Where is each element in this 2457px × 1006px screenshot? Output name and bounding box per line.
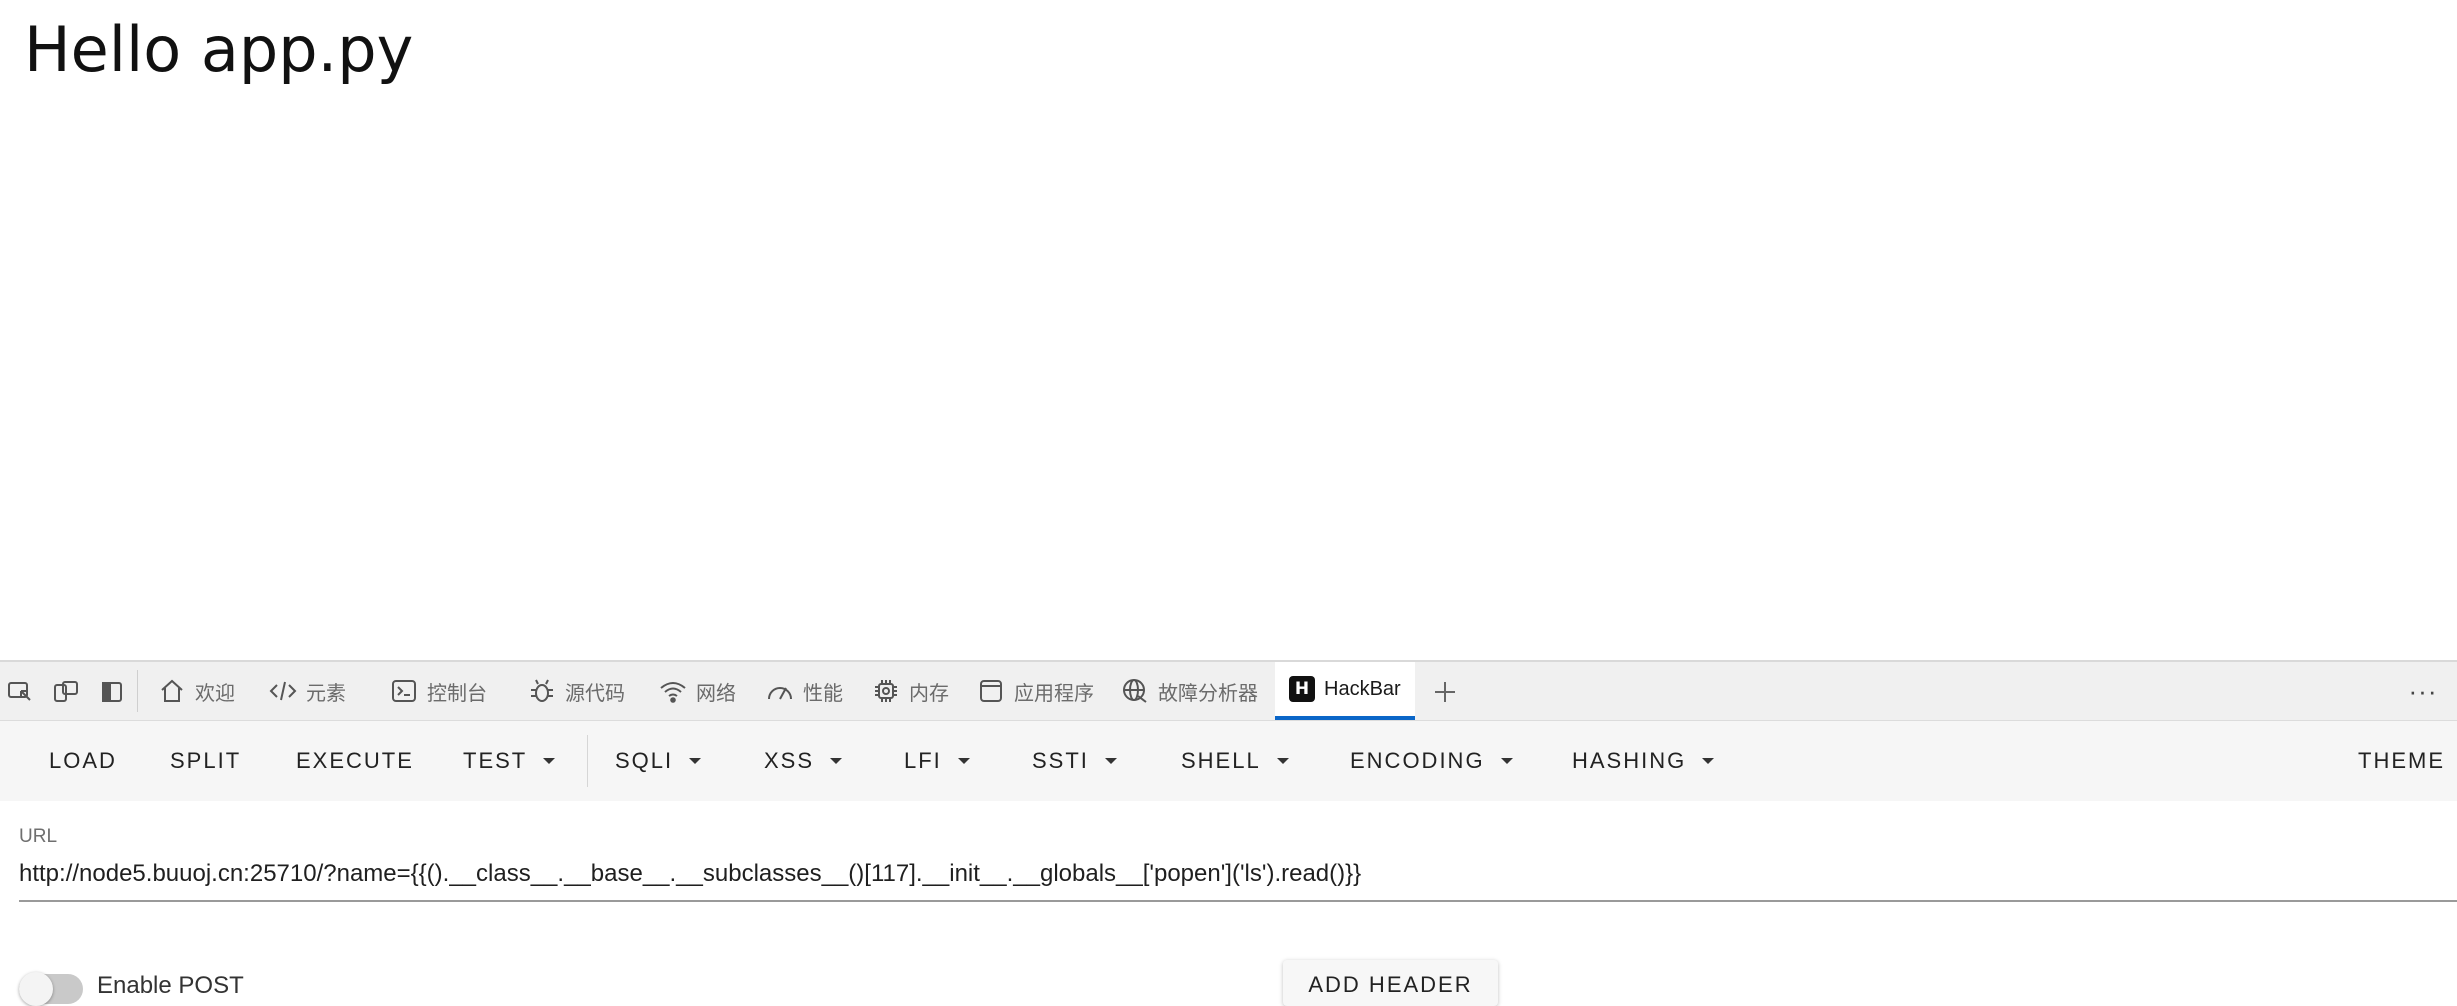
- code-icon: [269, 677, 297, 705]
- tab-performance[interactable]: 性能: [766, 662, 843, 720]
- tab-label: 欢迎: [195, 682, 235, 705]
- tab-network[interactable]: 网络: [659, 662, 736, 720]
- sqli-dropdown[interactable]: SQLI: [615, 740, 702, 782]
- devtools-tab-bar: 欢迎 元素 控制台 源代码 网络 性能 内存 应用程序 故障分析器 H Hack…: [0, 662, 2457, 721]
- tab-label: 控制台: [427, 682, 487, 705]
- tab-label: 性能: [803, 682, 843, 705]
- tab-hackbar[interactable]: H HackBar: [1275, 662, 1415, 720]
- execute-button[interactable]: EXECUTE: [296, 740, 414, 782]
- gauge-icon: [766, 677, 794, 705]
- url-input[interactable]: http://node5.buuoj.cn:25710/?name={{()._…: [19, 856, 2457, 892]
- chevron-down-icon: [957, 758, 970, 764]
- load-label: LOAD: [49, 748, 117, 773]
- url-label: URL: [19, 826, 58, 847]
- tab-label: 故障分析器: [1158, 682, 1258, 705]
- tab-elements[interactable]: 元素: [269, 662, 346, 720]
- enable-post-toggle[interactable]: [19, 972, 83, 1006]
- shell-label: SHELL: [1181, 748, 1261, 773]
- xss-dropdown[interactable]: XSS: [764, 740, 843, 782]
- ssti-dropdown[interactable]: SSTI: [1032, 740, 1117, 782]
- toolbar-divider: [587, 735, 588, 787]
- dock-side-icon[interactable]: [98, 679, 126, 705]
- tab-label: 应用程序: [1014, 682, 1094, 705]
- tab-application[interactable]: 应用程序: [977, 662, 1094, 720]
- console-icon: [390, 677, 418, 705]
- toolbar-divider: [137, 670, 138, 712]
- page-heading: Hello app.py: [24, 13, 414, 86]
- tab-label: 网络: [696, 682, 736, 705]
- load-button[interactable]: LOAD: [49, 740, 117, 782]
- test-dropdown[interactable]: TEST: [463, 740, 556, 782]
- ssti-label: SSTI: [1032, 748, 1089, 773]
- chevron-down-icon: [1702, 758, 1715, 764]
- chevron-down-icon: [1500, 758, 1513, 764]
- test-label: TEST: [463, 748, 528, 773]
- device-emulation-icon[interactable]: [52, 679, 80, 705]
- tab-memory[interactable]: 内存: [872, 662, 949, 720]
- encoding-dropdown[interactable]: ENCODING: [1350, 740, 1513, 782]
- tab-label: 元素: [306, 682, 346, 705]
- tab-issues[interactable]: 故障分析器: [1121, 662, 1258, 720]
- tab-welcome[interactable]: 欢迎: [158, 662, 235, 720]
- toggle-knob: [19, 972, 53, 1006]
- chevron-down-icon: [830, 758, 843, 764]
- tab-label: HackBar: [1324, 677, 1401, 700]
- chip-icon: [872, 677, 900, 705]
- bug-icon: [528, 677, 556, 705]
- hackbar-logo-icon: H: [1289, 676, 1315, 702]
- chevron-down-icon: [543, 758, 556, 764]
- sqli-label: SQLI: [615, 748, 674, 773]
- tab-sources[interactable]: 源代码: [528, 662, 625, 720]
- hashing-label: HASHING: [1572, 748, 1687, 773]
- add-header-label: ADD HEADER: [1308, 972, 1473, 997]
- execute-label: EXECUTE: [296, 748, 414, 773]
- inspect-element-icon[interactable]: [6, 679, 34, 705]
- chevron-down-icon: [1104, 758, 1117, 764]
- theme-label: THEME: [2358, 748, 2445, 773]
- shell-dropdown[interactable]: SHELL: [1181, 740, 1289, 782]
- xss-label: XSS: [764, 748, 815, 773]
- globe-icon: [1121, 677, 1149, 705]
- tab-label: 内存: [909, 682, 949, 705]
- url-underline: [19, 900, 2457, 902]
- split-button[interactable]: SPLIT: [170, 740, 241, 782]
- tab-label: 源代码: [565, 682, 625, 705]
- lfi-label: LFI: [904, 748, 942, 773]
- add-tab-icon[interactable]: [1429, 676, 1461, 708]
- url-section: URL http://node5.buuoj.cn:25710/?name={{…: [0, 802, 2457, 1006]
- theme-button[interactable]: THEME: [2358, 740, 2445, 782]
- window-icon: [977, 677, 1005, 705]
- hackbar-toolbar: LOAD SPLIT EXECUTE TEST SQLI XSS LFI SST…: [0, 721, 2457, 801]
- wifi-icon: [659, 677, 687, 705]
- tab-console[interactable]: 控制台: [390, 662, 487, 720]
- split-label: SPLIT: [170, 748, 242, 773]
- lfi-dropdown[interactable]: LFI: [904, 740, 970, 782]
- add-header-button[interactable]: ADD HEADER: [1283, 960, 1498, 1006]
- more-options-icon[interactable]: ···: [2405, 676, 2441, 706]
- chevron-down-icon: [1276, 758, 1289, 764]
- hashing-dropdown[interactable]: HASHING: [1572, 740, 1715, 782]
- encoding-label: ENCODING: [1350, 748, 1485, 773]
- chevron-down-icon: [689, 758, 702, 764]
- enable-post-label: Enable POST: [97, 972, 244, 999]
- more-options-glyph: ···: [2408, 676, 2438, 706]
- devtools-panel: 欢迎 元素 控制台 源代码 网络 性能 内存 应用程序 故障分析器 H Hack…: [0, 660, 2457, 1006]
- home-icon: [158, 677, 186, 705]
